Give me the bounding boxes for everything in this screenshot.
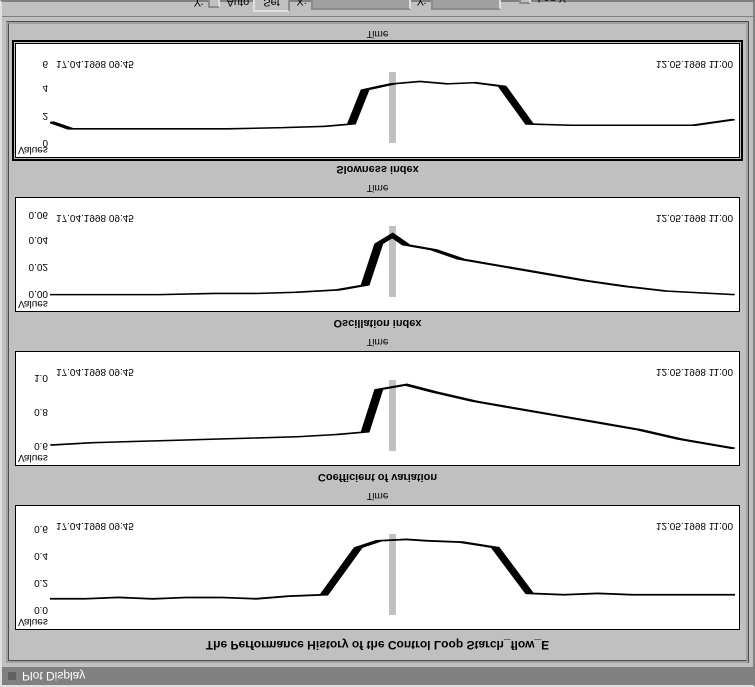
chart-line [50,534,735,615]
x-start: 17.04.1998 09:45 [56,520,134,531]
y-axis-label: Values [18,452,48,463]
title-bar: Plot Display [2,667,753,685]
plot-display-window: Plot Display The Performance History of … [0,0,755,687]
x-axis-label: Time [15,334,740,347]
x-end: 12.05.1998 11:00 [656,58,733,69]
chart-oscillation[interactable]: Values 0.00 0.02 0.04 0.06 17.04.1998 09… [15,197,740,312]
x-range-label: X: [296,0,306,7]
toolbar: Print... Y: Auto Set X: Auto Set X: X: [2,0,753,17]
log-y-checkbox[interactable] [519,0,531,4]
y-axis-label: Values [18,298,48,309]
y-set-button[interactable]: Set [253,0,290,12]
chart-line [50,226,735,297]
log-y-label: Log Y [538,0,567,4]
chart-line [50,380,735,451]
page-title: The Performance History of the Control L… [15,634,740,654]
window-title: Plot Display [22,669,85,683]
x-end: 12.05.1998 11:00 [656,520,733,531]
y-label: Y: [194,0,204,8]
x-axis-label: Time [15,488,740,501]
chart-performance[interactable]: Values 0.0 0.2 0.4 0.6 17.04.1998 09:45 … [15,505,740,630]
chart-line [50,72,735,143]
y-min-input[interactable] [431,0,501,10]
y-auto-label: Auto [227,0,250,8]
plot-area: The Performance History of the Control L… [6,21,749,663]
x-axis-label: Time [15,180,740,193]
chart-title-cov: Coefficient of variation [15,470,740,484]
chart-slowness[interactable]: Values 0 2 4 6 17.04.1998 09:45 12.05.19… [15,43,740,158]
y-auto-checkbox[interactable] [208,0,220,8]
x-min-input[interactable] [311,0,411,10]
y-axis-label: Values [18,616,48,627]
y-range-label: Y: [417,0,427,7]
x-start: 17.04.1998 09:45 [56,212,134,223]
chart-cov[interactable]: Values 0.6 0.8 1.0 17.04.1998 09:45 12.0… [15,351,740,466]
x-start: 17.04.1998 09:45 [56,366,134,377]
x-end: 12.05.1998 11:00 [656,212,733,223]
chart-title-osc: Oscillation index [15,316,740,330]
chart-title-slow: Slowness index [15,162,740,176]
x-axis-label: Time [15,26,740,39]
x-start: 17.04.1998 09:45 [56,58,134,69]
x-end: 12.05.1998 11:00 [656,366,733,377]
window-menu-icon[interactable] [8,672,16,680]
